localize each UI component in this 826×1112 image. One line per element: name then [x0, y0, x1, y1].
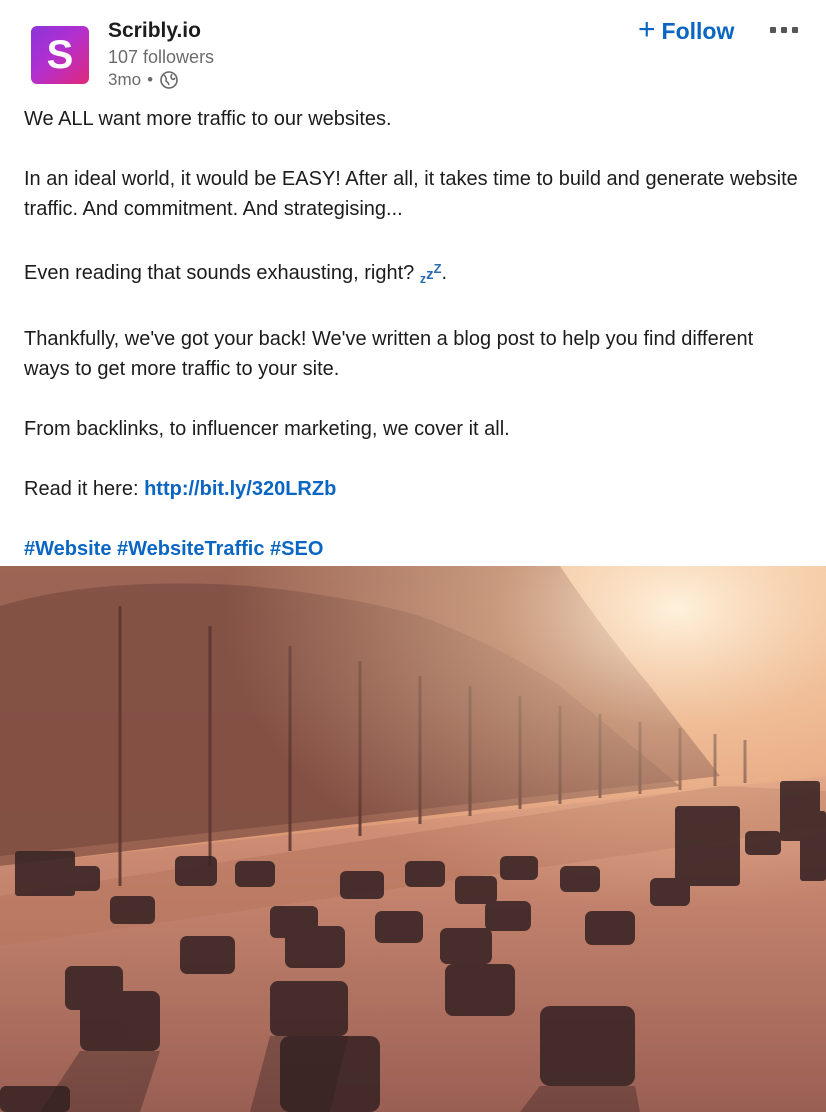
- logo-letter: S: [46, 33, 74, 77]
- meta-separator: •: [147, 70, 154, 89]
- sleeping-emoji: zzZ: [420, 261, 442, 286]
- globe-icon: [160, 71, 178, 89]
- post-paragraph: Thankfully, we've got your back! We've w…: [24, 328, 754, 380]
- post-paragraph: Read it here: http://bit.ly/320LRZb: [24, 474, 804, 504]
- hashtag-seo[interactable]: #SEO: [270, 538, 323, 560]
- ellipsis-icon: [781, 27, 787, 33]
- follower-count: 107 followers: [108, 47, 215, 67]
- hashtag-website[interactable]: #Website: [24, 538, 111, 560]
- post-time: 3mo: [108, 70, 142, 89]
- post-header: S Scribly.io 107 followers 3mo • + Follo…: [0, 0, 826, 100]
- ellipsis-icon: [792, 27, 798, 33]
- emoji-z-mid: z: [426, 266, 434, 283]
- hashtag-websitetraffic[interactable]: #WebsiteTraffic: [117, 538, 264, 560]
- emoji-z-big: Z: [433, 261, 442, 276]
- follow-button[interactable]: + Follow: [638, 14, 734, 48]
- company-logo[interactable]: S: [31, 26, 89, 84]
- post-body: We ALL want more traffic to our websites…: [24, 104, 804, 594]
- post-paragraph: In an ideal world, it would be EASY! Aft…: [24, 168, 798, 220]
- post-text: Even reading that sounds exhausting, rig…: [24, 262, 420, 284]
- plus-icon: +: [638, 12, 656, 46]
- post-paragraph: We ALL want more traffic to our websites…: [24, 108, 392, 130]
- ellipsis-icon: [770, 27, 776, 33]
- post-image[interactable]: [0, 566, 826, 1112]
- follow-label: Follow: [661, 17, 735, 44]
- read-prefix: Read it here:: [24, 478, 145, 500]
- author-name[interactable]: Scribly.io: [108, 19, 201, 43]
- more-options-button[interactable]: [770, 27, 798, 33]
- hashtag-list: #Website #WebsiteTraffic #SEO: [24, 534, 804, 564]
- highway-sunset-image: [0, 566, 826, 1112]
- blog-link[interactable]: http://bit.ly/320LRZb: [144, 478, 336, 500]
- post-paragraph: Even reading that sounds exhausting, rig…: [24, 254, 804, 294]
- post-text-end: .: [441, 262, 448, 284]
- post-meta: 3mo •: [108, 70, 179, 90]
- post-paragraph: From backlinks, to influencer marketing,…: [24, 418, 510, 440]
